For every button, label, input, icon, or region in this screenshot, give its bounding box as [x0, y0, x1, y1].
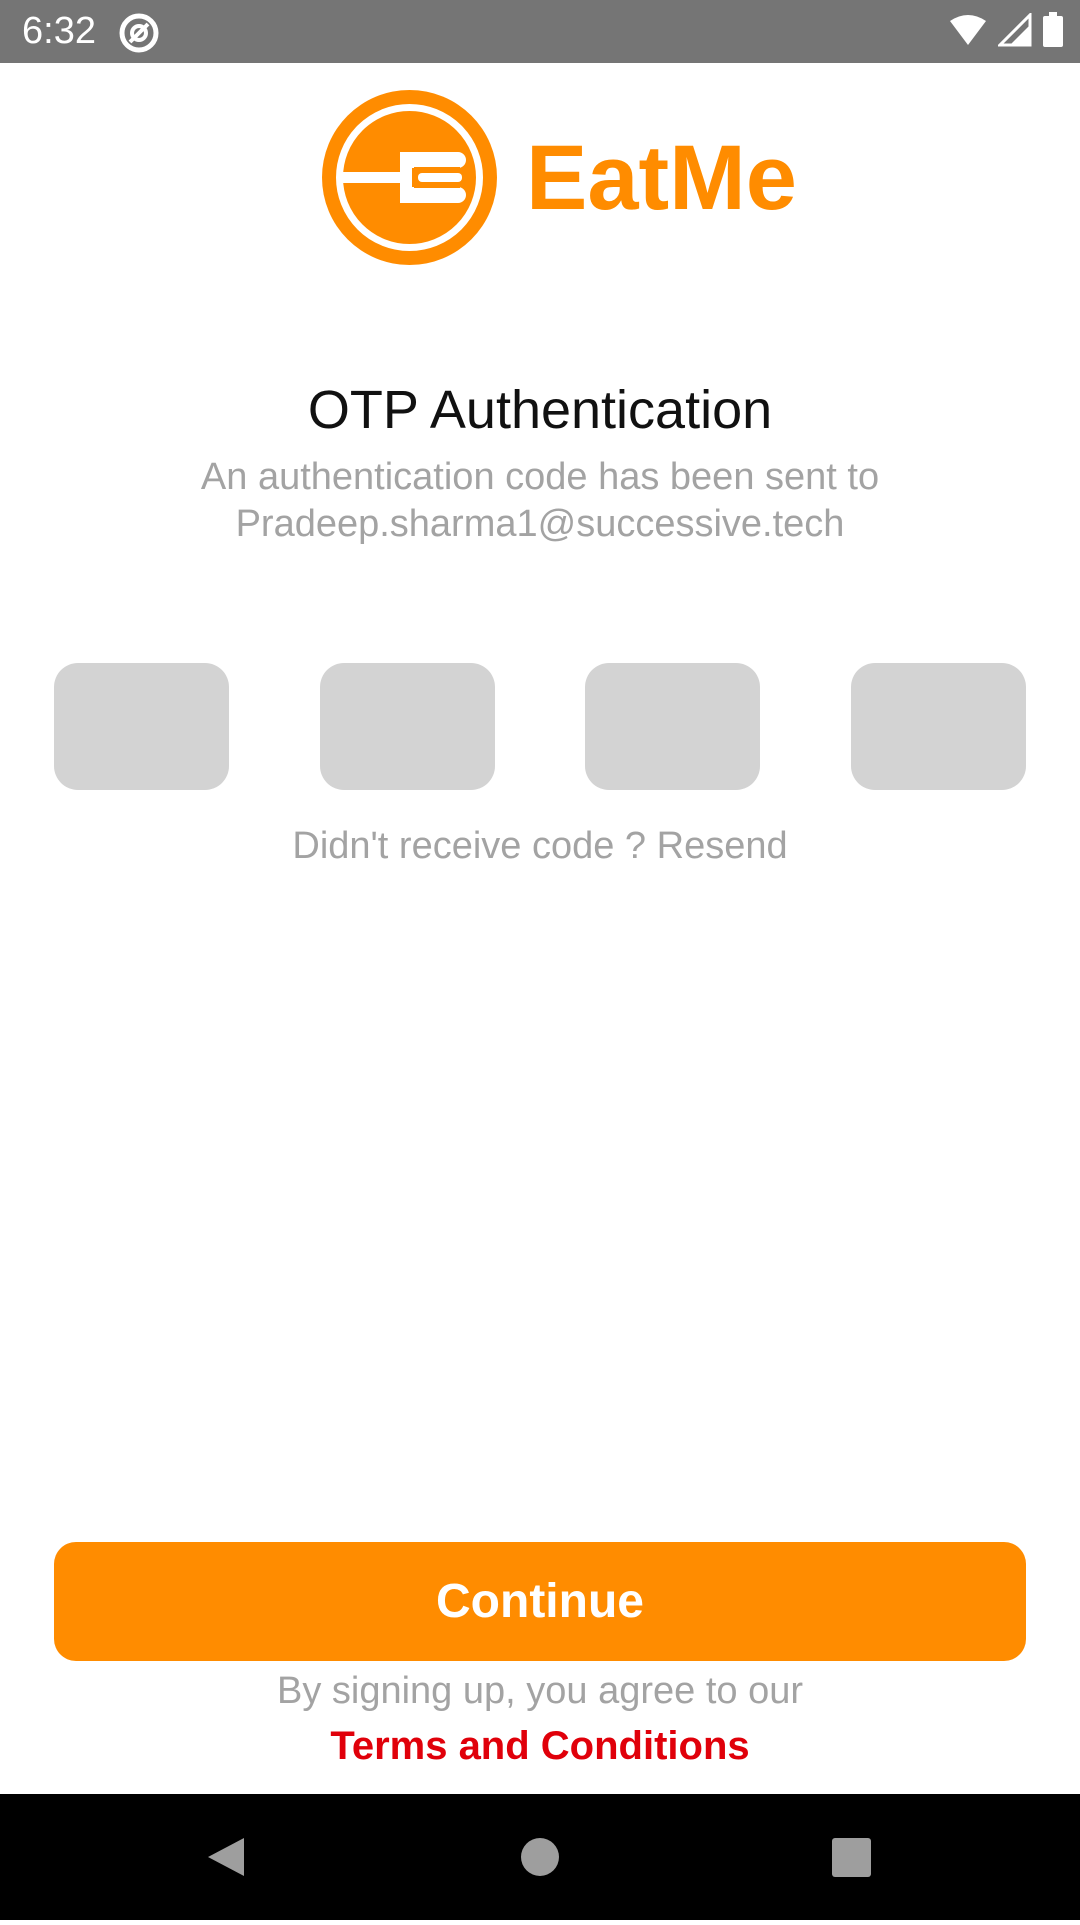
home-icon[interactable]: [480, 1794, 600, 1920]
otp-digit-4[interactable]: [851, 663, 1026, 790]
otp-subtitle: An authentication code has been sent to …: [140, 454, 940, 548]
subtitle-email: Pradeep.sharma1@successive.tech: [235, 503, 845, 545]
status-time: 6:32: [22, 10, 96, 52]
status-icons: [948, 10, 1064, 54]
otp-digit-2[interactable]: [320, 663, 495, 790]
resend-link[interactable]: Resend: [657, 825, 788, 867]
at-sign-icon: [118, 12, 160, 54]
brand-name: EatMe: [526, 127, 797, 229]
otp-input-row: [54, 663, 1026, 790]
page-title: OTP Authentication: [307, 380, 773, 440]
otp-digit-3[interactable]: [585, 663, 760, 790]
subtitle-line-1: An authentication code has been sent to: [200, 456, 880, 498]
terms-and-conditions-link[interactable]: Terms and Conditions: [0, 1722, 1080, 1770]
signal-icon: [996, 10, 1032, 52]
recents-icon[interactable]: [791, 1794, 911, 1920]
back-icon[interactable]: [166, 1794, 286, 1920]
continue-button[interactable]: Continue: [54, 1542, 1026, 1661]
fork-in-circle-icon: [322, 90, 497, 265]
resend-prompt: Didn't receive code ?: [292, 825, 647, 867]
status-bar: 6:32: [0, 0, 1080, 63]
battery-icon: [1042, 11, 1064, 53]
terms-prompt: By signing up, you agree to our: [276, 1670, 803, 1712]
navigation-bar: [0, 1794, 1080, 1920]
resend-line: Didn't receive code ? Resend: [0, 822, 1080, 870]
otp-digit-1[interactable]: [54, 663, 229, 790]
wifi-icon: [948, 13, 988, 52]
